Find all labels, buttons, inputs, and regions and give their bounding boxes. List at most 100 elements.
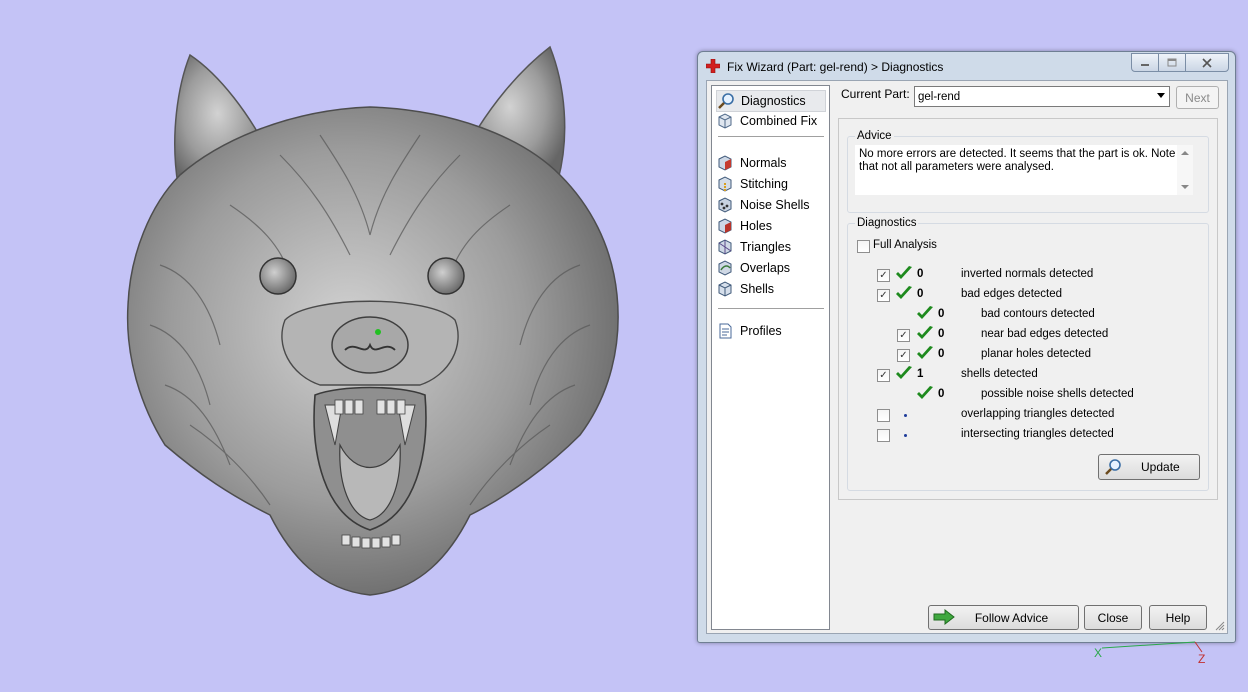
sidebar-item-stitching[interactable]: Stitching xyxy=(716,174,824,194)
full-analysis-label: Full Analysis xyxy=(873,239,937,251)
diag-row-checkbox[interactable]: ✓ xyxy=(897,349,910,362)
sidebar-item-holes[interactable]: Holes xyxy=(716,216,824,236)
axis-z-label: Z xyxy=(1198,652,1205,666)
window-title: Fix Wizard (Part: gel-rend) > Diagnostic… xyxy=(727,60,944,74)
diag-row-checkbox[interactable]: ✓ xyxy=(897,329,910,342)
diag-label: intersecting triangles detected xyxy=(961,428,1114,440)
check-ok-icon xyxy=(917,346,933,359)
sidebar-item-profiles[interactable]: Profiles xyxy=(716,321,824,341)
advice-text: No more errors are detected. It seems th… xyxy=(859,148,1176,173)
advice-textbox[interactable]: No more errors are detected. It seems th… xyxy=(855,145,1193,195)
diag-label: planar holes detected xyxy=(981,348,1091,360)
pending-dot-icon xyxy=(904,434,907,437)
advice-title: Advice xyxy=(855,130,894,142)
sidebar-item-normals[interactable]: Normals xyxy=(716,153,824,173)
full-analysis-checkbox[interactable] xyxy=(857,240,870,253)
diag-count: 0 xyxy=(917,268,924,280)
follow-advice-label: Follow Advice xyxy=(974,610,1049,625)
wizard-client-area: Diagnostics Combined Fix Normals Stitchi… xyxy=(706,80,1228,634)
diag-count: 0 xyxy=(938,388,945,400)
wolf-head-model[interactable] xyxy=(120,45,625,600)
close-window-button[interactable] xyxy=(1185,53,1229,72)
sidebar-item-overlaps[interactable]: Overlaps xyxy=(716,258,824,278)
sidebar-item-noise-shells[interactable]: Noise Shells xyxy=(716,195,824,215)
wizard-sidebar: Diagnostics Combined Fix Normals Stitchi… xyxy=(711,85,830,630)
sidebar-item-diagnostics[interactable]: Diagnostics xyxy=(716,90,826,112)
sidebar-item-triangles[interactable]: Triangles xyxy=(716,237,824,257)
diag-count: 0 xyxy=(938,308,945,320)
check-ok-icon xyxy=(896,286,912,299)
check-ok-icon xyxy=(917,386,933,399)
shells-cube-icon xyxy=(718,281,732,297)
sidebar-item-label: Triangles xyxy=(740,240,791,254)
fix-wizard-window: Fix Wizard (Part: gel-rend) > Diagnostic… xyxy=(697,51,1236,643)
advice-scrollbar[interactable] xyxy=(1177,145,1193,195)
diag-row-checkbox[interactable]: ✓ xyxy=(877,289,890,302)
magnifier-icon xyxy=(718,93,734,109)
diag-row-checkbox[interactable] xyxy=(877,409,890,422)
maximize-button[interactable] xyxy=(1158,53,1186,72)
sidebar-item-label: Stitching xyxy=(740,177,788,191)
diag-count: 1 xyxy=(917,368,924,380)
green-arrow-icon xyxy=(933,609,955,625)
chevron-down-icon xyxy=(1157,93,1165,98)
help-button[interactable]: Help xyxy=(1149,605,1207,630)
update-button[interactable]: Update xyxy=(1098,454,1200,480)
close-icon xyxy=(1202,57,1212,68)
diag-label: bad edges detected xyxy=(961,288,1063,300)
sidebar-item-shells[interactable]: Shells xyxy=(716,279,824,299)
minimize-icon xyxy=(1141,63,1149,66)
triangles-cube-icon xyxy=(718,239,732,255)
diag-count: 0 xyxy=(917,288,924,300)
diag-label: overlapping triangles detected xyxy=(961,408,1115,420)
stitching-cube-icon xyxy=(718,176,732,192)
maximize-icon xyxy=(1167,58,1177,67)
advice-group: Advice No more errors are detected. It s… xyxy=(847,130,1209,213)
next-button[interactable]: Next xyxy=(1176,86,1219,109)
diag-count: 0 xyxy=(938,348,945,360)
diag-row-checkbox[interactable]: ✓ xyxy=(877,269,890,282)
red-cross-icon xyxy=(706,59,720,73)
noise-shells-icon xyxy=(718,197,732,213)
check-ok-icon xyxy=(917,306,933,319)
sidebar-item-combined-fix[interactable]: Combined Fix xyxy=(716,111,824,131)
minimize-button[interactable] xyxy=(1131,53,1159,72)
update-label: Update xyxy=(1141,460,1180,474)
diagnostics-group: Diagnostics Full Analysis ✓ 0 inverted n… xyxy=(847,217,1209,491)
current-part-label: Current Part: xyxy=(841,87,910,101)
diag-label: inverted normals detected xyxy=(961,268,1094,280)
axis-indicator: X Z xyxy=(1094,641,1205,666)
close-button[interactable]: Close xyxy=(1084,605,1142,630)
diag-label: possible noise shells detected xyxy=(981,388,1134,400)
axis-x-label: X xyxy=(1094,646,1102,660)
title-bar[interactable]: Fix Wizard (Part: gel-rend) > Diagnostic… xyxy=(698,52,1235,80)
sidebar-item-label: Shells xyxy=(740,282,775,296)
pending-dot-icon xyxy=(904,414,907,417)
normals-cube-icon xyxy=(718,155,732,171)
sidebar-item-label: Holes xyxy=(740,219,772,233)
magnifier-icon xyxy=(1105,459,1121,475)
overlaps-cube-icon xyxy=(718,260,732,276)
holes-cube-icon xyxy=(718,218,732,234)
resize-grip-icon[interactable] xyxy=(1215,621,1225,631)
scroll-down-icon[interactable] xyxy=(1181,185,1189,189)
check-ok-icon xyxy=(917,326,933,339)
sidebar-separator xyxy=(718,308,824,309)
sidebar-separator xyxy=(718,136,824,137)
document-icon xyxy=(719,323,732,339)
sidebar-item-label: Noise Shells xyxy=(740,198,810,212)
sidebar-item-label: Normals xyxy=(740,156,787,170)
diag-row-checkbox[interactable] xyxy=(877,429,890,442)
follow-advice-button[interactable]: Follow Advice xyxy=(928,605,1079,630)
check-ok-icon xyxy=(896,366,912,379)
sidebar-item-label: Combined Fix xyxy=(740,114,818,128)
scroll-up-icon[interactable] xyxy=(1181,151,1189,155)
diag-row-checkbox[interactable]: ✓ xyxy=(877,369,890,382)
3d-viewport[interactable] xyxy=(0,0,690,692)
sidebar-item-label: Diagnostics xyxy=(741,94,806,108)
current-part-select[interactable]: gel-rend xyxy=(914,86,1170,107)
diag-label: near bad edges detected xyxy=(981,328,1109,340)
cube-icon xyxy=(718,113,732,129)
current-part-value: gel-rend xyxy=(918,90,961,103)
sidebar-item-label: Profiles xyxy=(740,324,782,338)
